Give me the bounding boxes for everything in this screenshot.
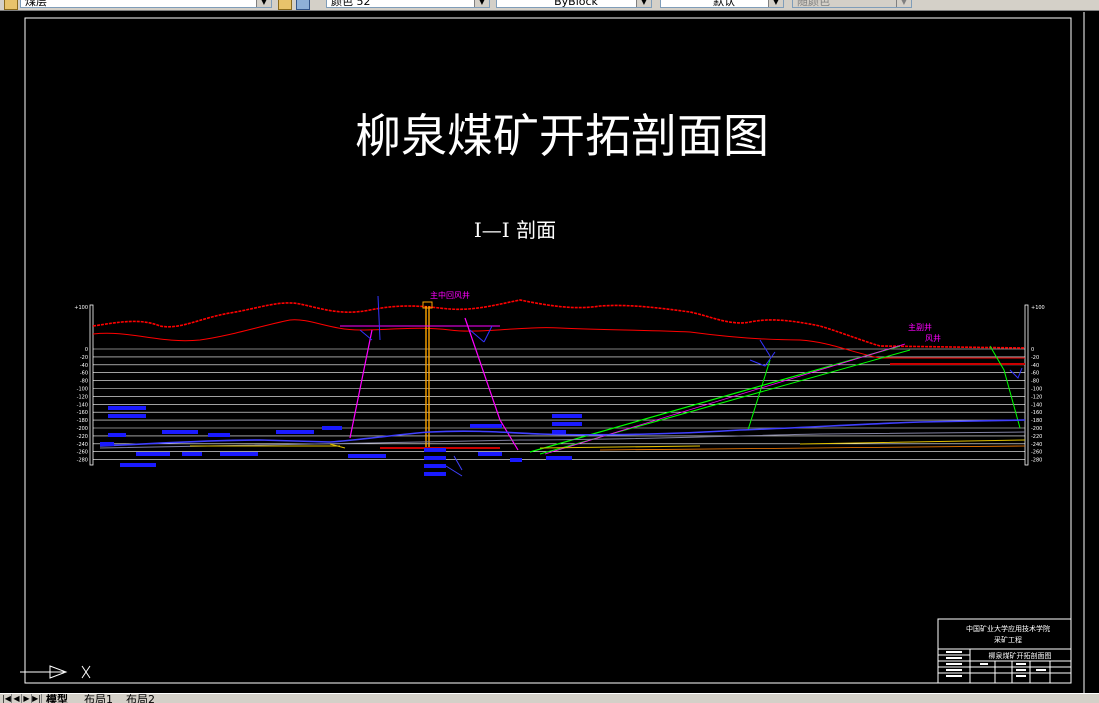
label-leader: [445, 455, 463, 477]
previous-tab-icon[interactable]: ◀: [12, 694, 22, 703]
right-tick-label: -100: [1031, 387, 1042, 393]
right-tick-label: -240: [1031, 442, 1042, 448]
layout-tabs: |◀ ◀ ▶ ▶| 模型 布局1 布局2: [0, 693, 1099, 703]
tab-layout1[interactable]: 布局1: [84, 694, 113, 703]
plotstyle-dropdown-value: 随颜色: [797, 0, 830, 8]
right-tick-label: -80: [1031, 379, 1039, 385]
right-tick-label: 0: [1031, 347, 1034, 353]
color-dropdown[interactable]: 颜色 52 ▼: [326, 0, 490, 8]
left-tick-label: -220: [77, 434, 88, 440]
right-tick-label: -280: [1031, 458, 1042, 464]
left-tick-label: -80: [80, 379, 88, 385]
left-tick-label: -260: [77, 450, 88, 456]
right-tick-label: -180: [1031, 418, 1042, 424]
left-tick-label: -280: [77, 458, 88, 464]
left-tick-label: -100: [77, 387, 88, 393]
chevron-down-icon[interactable]: ▼: [768, 0, 783, 7]
right-tick-label: -60: [1031, 371, 1039, 377]
right-tick-label: -120: [1031, 394, 1042, 400]
section-label: I—I 剖面: [474, 218, 556, 242]
left-tick-label: -140: [77, 402, 88, 408]
right-tick-label: -140: [1031, 402, 1042, 408]
plotstyle-dropdown[interactable]: 随颜色 ▼: [792, 0, 912, 8]
right-axis-ticks: +100 0 -20 -40 -60 -80 -100-120 -140 -160 -180 -20…: [1031, 305, 1045, 464]
tab-model[interactable]: 模型: [46, 694, 68, 703]
first-tab-icon[interactable]: |◀: [2, 694, 12, 703]
last-tab-icon[interactable]: ▶|: [32, 694, 42, 703]
title-block-school: 中国矿业大学应用技术学院: [966, 624, 1050, 633]
left-elevation-axis: +100 0 -20 -40 -60 -80 -100-120 -140 -160 -180 -20…: [74, 304, 94, 466]
right-elevation-axis: +100 0 -20 -40 -60 -80 -100-120 -140 -160 -180 -20…: [1024, 304, 1045, 466]
cad-application: 煤层 ▼ 颜色 52 ▼ ByBlock ▼ 默认 ▼ 随颜色 ▼ 柳泉煤矿开拓…: [0, 0, 1099, 703]
elevation-grid: [93, 348, 1025, 460]
layer-dropdown-value: 煤层: [25, 0, 47, 8]
right-tick-label: -40: [1031, 363, 1039, 369]
linetype-dropdown[interactable]: ByBlock ▼: [496, 0, 652, 8]
right-tick-label: -200: [1031, 426, 1042, 432]
right-tick-label: -260: [1031, 450, 1042, 456]
air-shaft-right: [464, 317, 519, 451]
layer-states-icon[interactable]: [296, 0, 310, 10]
layer-manager-icon[interactable]: [4, 0, 18, 10]
left-tick-label: 0: [85, 347, 88, 353]
tab-layout2[interactable]: 布局2: [126, 694, 155, 703]
left-tick-label: -120: [77, 394, 88, 400]
title-block-major: 采矿工程: [994, 635, 1022, 644]
dip-marker-right: [749, 339, 776, 367]
left-tick-label: -60: [80, 371, 88, 377]
left-tick-label: +100: [74, 305, 88, 311]
chevron-down-icon[interactable]: ▼: [896, 0, 911, 7]
lineweight-dropdown-value: 默认: [713, 0, 735, 8]
next-tab-icon[interactable]: ▶: [22, 694, 32, 703]
right-tick-label: -160: [1031, 410, 1042, 416]
ucs-icon: [20, 665, 91, 679]
color-dropdown-value: 颜色 52: [331, 0, 371, 8]
left-tick-label: -160: [77, 410, 88, 416]
drawing-title: 柳泉煤矿开拓剖面图: [355, 109, 769, 163]
linetype-dropdown-value: ByBlock: [554, 0, 598, 8]
right-tick-label: -220: [1031, 434, 1042, 440]
chevron-down-icon[interactable]: ▼: [474, 0, 489, 7]
chevron-down-icon[interactable]: ▼: [256, 0, 271, 7]
chevron-down-icon[interactable]: ▼: [636, 0, 651, 7]
left-tick-label: -180: [77, 418, 88, 424]
left-axis-ticks: +100 0 -20 -40 -60 -80 -100-120 -140 -160 -180 -20…: [74, 305, 88, 464]
right-tick-label: -20: [1031, 355, 1039, 361]
left-tick-label: -200: [77, 426, 88, 432]
drawing-canvas[interactable]: 柳泉煤矿开拓剖面图 I—I 剖面 +1000-20-40-60-80-100-1…: [0, 10, 1099, 693]
coal-seam-outcrop-line: [92, 319, 1025, 359]
main-shaft-label: 主副井: [908, 322, 932, 332]
air-shaft-left: [349, 329, 373, 439]
incline-magenta: [544, 343, 906, 455]
right-tick-label: +100: [1031, 305, 1045, 311]
title-block-drawing-name: 柳泉煤矿开拓剖面图: [989, 651, 1052, 660]
lineweight-dropdown[interactable]: 默认 ▼: [660, 0, 784, 8]
left-tick-label: -20: [80, 355, 88, 361]
layer-dropdown[interactable]: 煤层 ▼: [20, 0, 272, 8]
layer-previous-icon[interactable]: [278, 0, 292, 10]
left-tick-label: -40: [80, 363, 88, 369]
title-block: 中国矿业大学应用技术学院 采矿工程 柳泉煤矿开拓剖面图: [937, 618, 1072, 684]
left-tick-label: -240: [77, 442, 88, 448]
shaft-label: 主中回风井: [430, 290, 470, 300]
ground-surface-line: [92, 299, 1026, 349]
air-shaft-label: 风井: [925, 333, 941, 343]
